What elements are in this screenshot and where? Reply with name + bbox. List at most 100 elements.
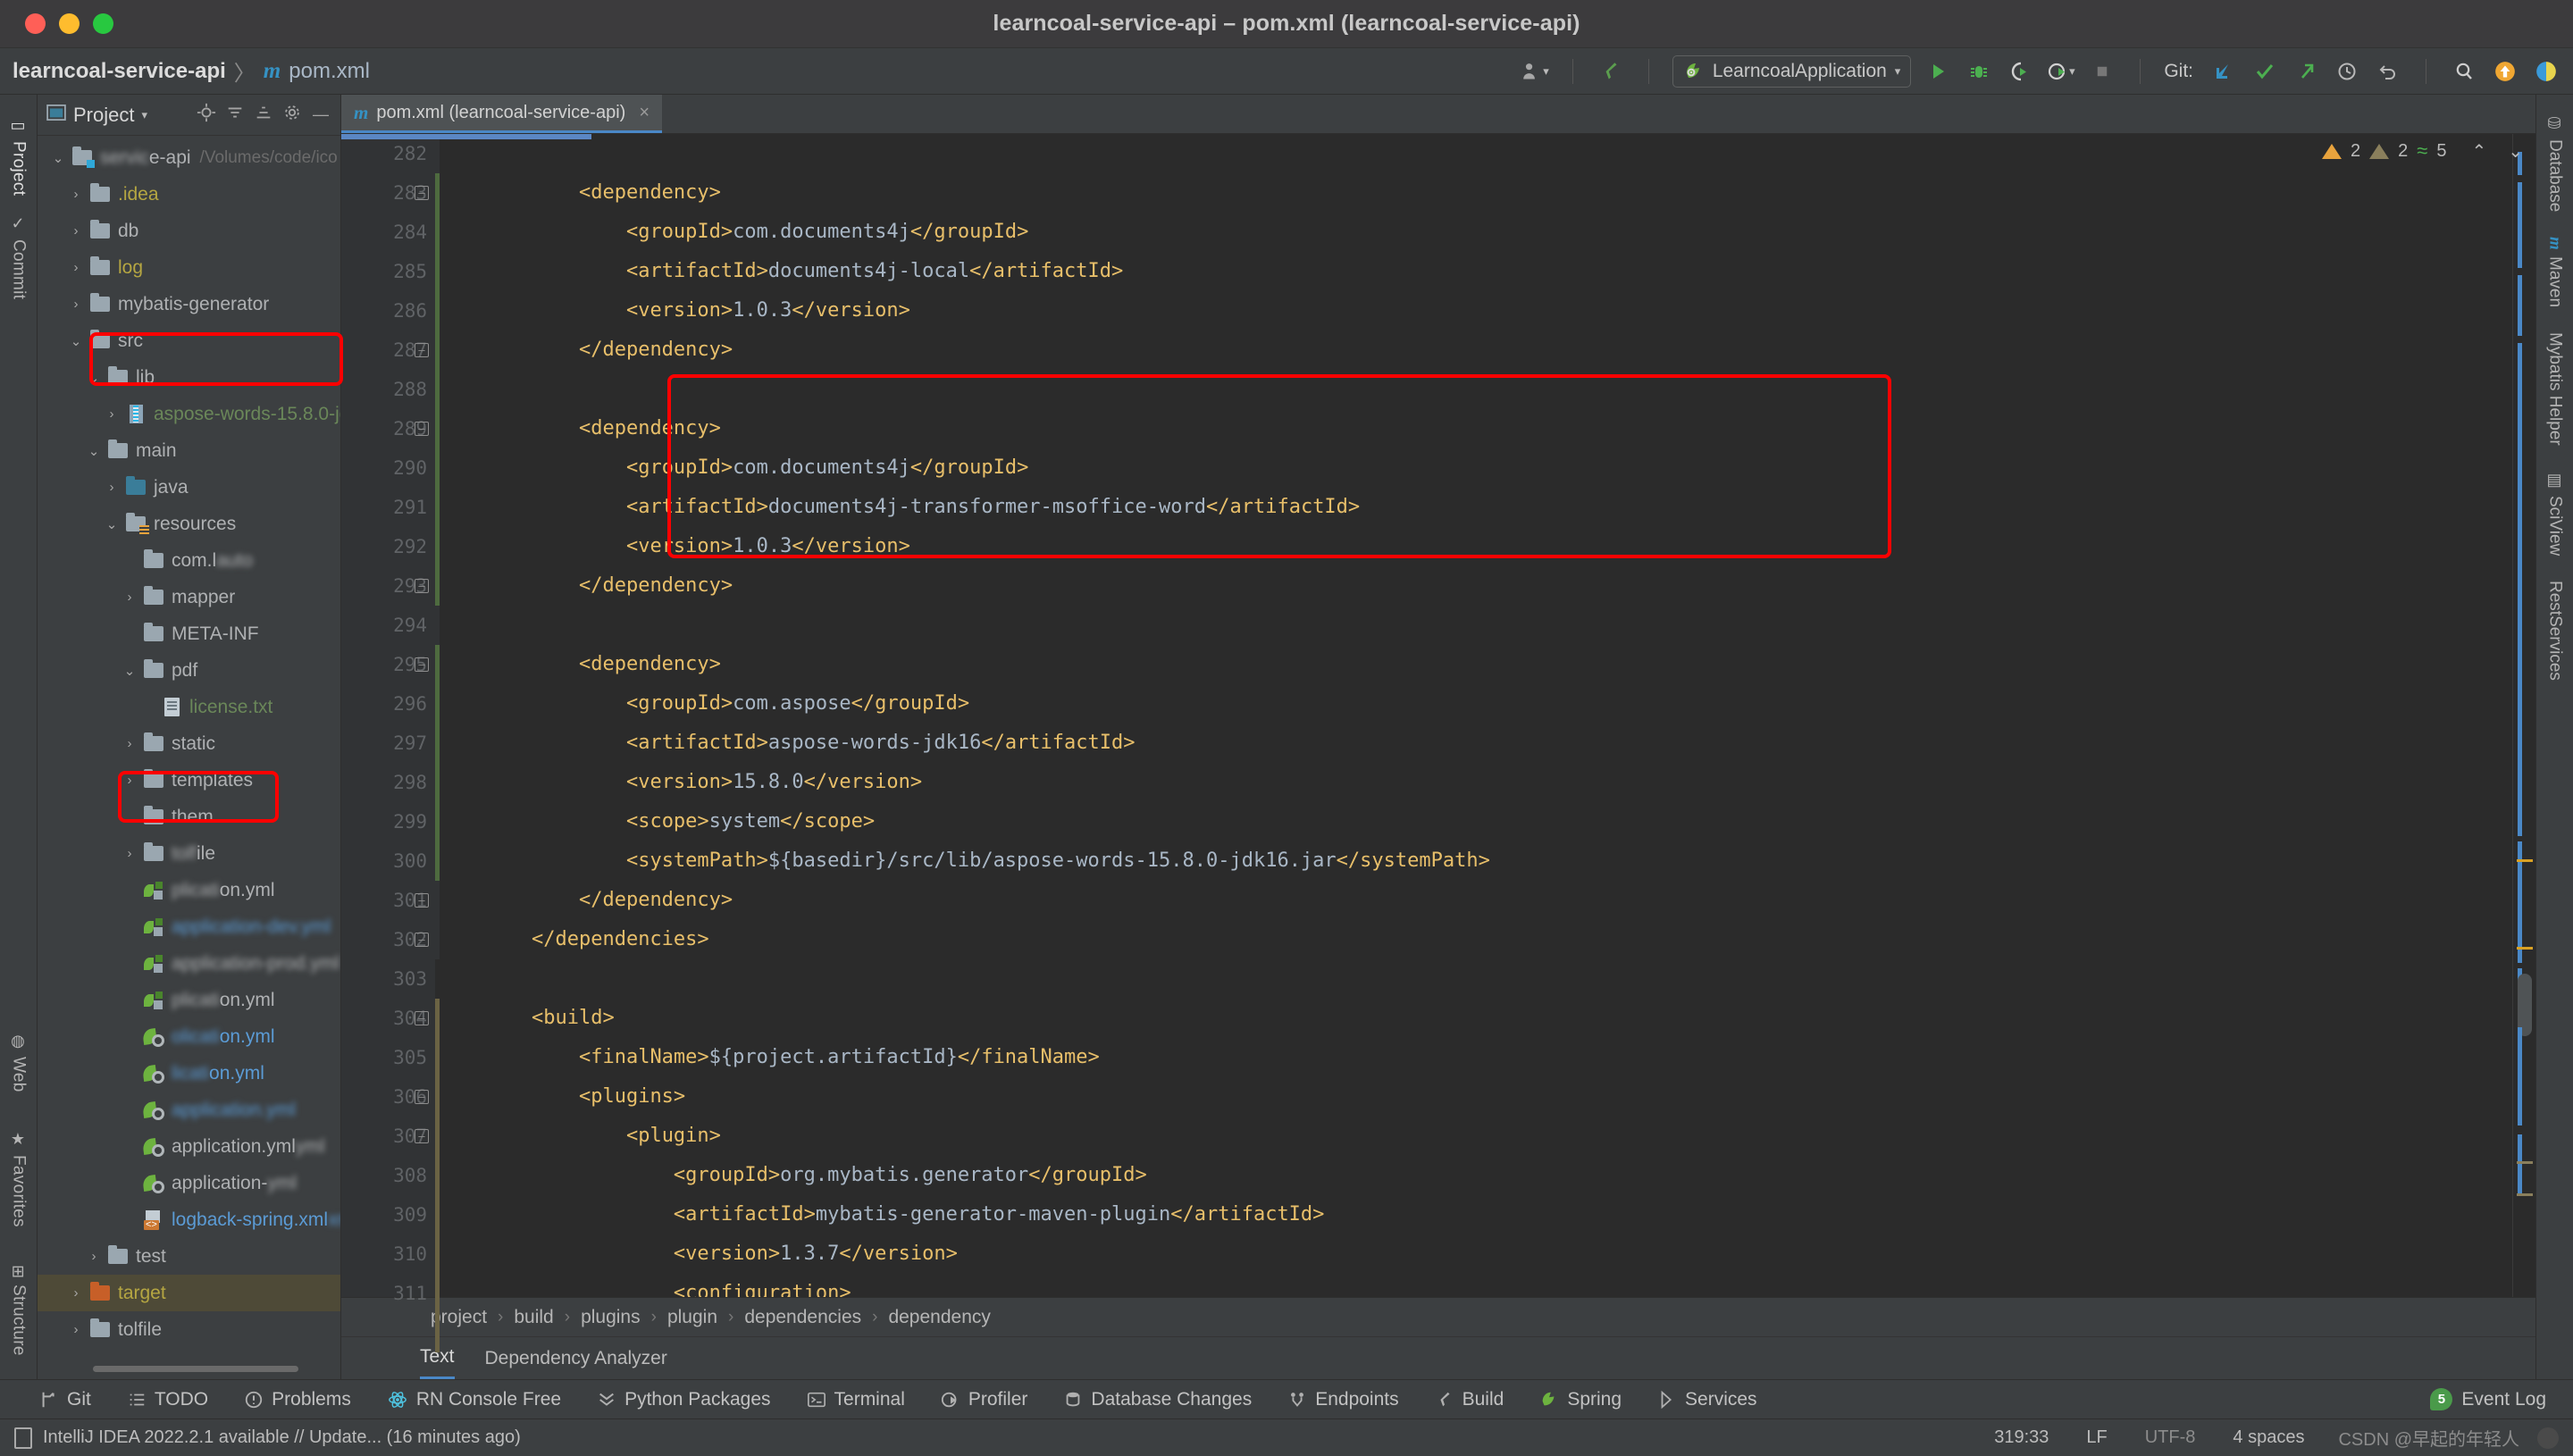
code-line[interactable]: <version>1.0.3</version> xyxy=(440,527,2512,566)
tree-row-resources[interactable]: ⌄ resources xyxy=(38,506,340,542)
next-problem-icon[interactable]: ⌄ xyxy=(2508,140,2523,163)
editor-gutter[interactable]: 282 283 284 285 286 287 288 289 290 291 292 293 294 2… xyxy=(341,134,440,1352)
tree-row--idea[interactable]: › .idea xyxy=(38,176,340,213)
user-avatar-icon[interactable]: ▾ xyxy=(1521,57,1549,86)
previous-problem-icon[interactable]: ⌃ xyxy=(2471,140,2486,163)
chevron-down-icon[interactable]: ▾ xyxy=(141,108,147,122)
tree-row-lication-yml[interactable]: › lication.yml xyxy=(38,1055,340,1092)
sidebar-item-sciview[interactable]: ▤ SciView xyxy=(2545,460,2565,566)
tool-window-endpoints[interactable]: Endpoints xyxy=(1287,1389,1399,1410)
fold-end-icon[interactable]: – xyxy=(415,343,429,357)
code-line[interactable] xyxy=(440,959,2512,999)
gear-icon[interactable] xyxy=(281,103,303,127)
file-encoding[interactable]: UTF-8 xyxy=(2145,1427,2196,1448)
tree-row-application-yml[interactable]: › application.yml xyxy=(38,1092,340,1128)
tool-window-database-changes[interactable]: Database Changes xyxy=(1063,1389,1252,1410)
code-line[interactable]: <artifactId>mybatis-generator-maven-plug… xyxy=(440,1195,2512,1234)
sidebar-item-restservices[interactable]: RestServices xyxy=(2545,570,2565,691)
tool-window-build[interactable]: Build xyxy=(1435,1389,1504,1410)
tool-window-profiler[interactable]: Profiler xyxy=(941,1389,1027,1410)
chevron-right-icon[interactable]: › xyxy=(100,406,123,422)
caret-position[interactable]: 319:33 xyxy=(1994,1427,2049,1448)
breadcrumb-item-dependency[interactable]: dependency xyxy=(888,1307,990,1328)
code-line[interactable] xyxy=(440,370,2512,409)
code-content[interactable]: <dependency> <groupId>com.documents4j</g… xyxy=(440,134,2512,1297)
code-line[interactable]: <dependency> xyxy=(440,645,2512,684)
editor-tab-pom-xml[interactable]: m pom.xml (learncoal-service-api) × xyxy=(341,95,662,133)
tree-row-plication-yml[interactable]: › plication.yml xyxy=(38,872,340,908)
tree-row-logback-spring-xml[interactable]: ›<> logback-spring.xmlxml xyxy=(38,1201,340,1238)
tree-row-application-yml[interactable]: › application.ymlyml xyxy=(38,1128,340,1165)
tree-row-tolfile[interactable]: › tolfile xyxy=(38,835,340,872)
code-line[interactable]: <version>1.0.3</version> xyxy=(440,291,2512,331)
breadcrumb-item-plugins[interactable]: plugins xyxy=(581,1307,641,1328)
tree-row-mapper[interactable]: › mapper xyxy=(38,579,340,615)
tree-row-lib[interactable]: ⌄ lib xyxy=(38,359,340,396)
sidebar-item-project[interactable]: ▭ Project xyxy=(9,107,29,205)
chevron-down-icon[interactable]: ⌄ xyxy=(64,333,88,349)
fold-end-icon[interactable]: – xyxy=(415,579,429,593)
profiler-run-icon[interactable]: ▾ xyxy=(2047,57,2075,86)
code-line[interactable]: <plugin> xyxy=(440,1117,2512,1156)
fold-collapse-icon[interactable]: – xyxy=(415,422,429,436)
tree-row-mybatis-generator[interactable]: › mybatis-generator xyxy=(38,286,340,322)
git-commit-icon[interactable] xyxy=(2250,57,2279,86)
locate-icon[interactable] xyxy=(196,103,217,127)
tree-row-application-prod-yml[interactable]: › application-prod.yml xyxy=(38,945,340,982)
tree-row-db[interactable]: › db xyxy=(38,213,340,249)
sidebar-item-database[interactable]: ⛁ Database xyxy=(2545,104,2565,222)
tree-row-tolfile[interactable]: › tolfile xyxy=(38,1311,340,1348)
fold-collapse-icon[interactable]: – xyxy=(415,1129,429,1143)
tree-row-log[interactable]: › log xyxy=(38,249,340,286)
tool-window-git[interactable]: Git xyxy=(39,1389,91,1410)
tree-row-templates[interactable]: › templates xyxy=(38,762,340,799)
fold-collapse-icon[interactable]: – xyxy=(415,1090,429,1104)
horizontal-scrollbar[interactable] xyxy=(93,1366,298,1372)
tree-row-them[interactable]: › them xyxy=(38,799,340,835)
tree-row-main[interactable]: ⌄ main xyxy=(38,432,340,469)
sidebar-item-structure[interactable]: ⊞ Structure xyxy=(9,1256,29,1365)
tree-row-service-api[interactable]: ⌄ service-api/Volumes/code/ico xyxy=(38,139,340,176)
tree-row-static[interactable]: › static xyxy=(38,725,340,762)
event-log-button[interactable]: 5 Event Log xyxy=(2430,1388,2546,1410)
code-line[interactable]: <version>15.8.0</version> xyxy=(440,763,2512,802)
stop-icon[interactable] xyxy=(2088,57,2116,86)
tree-row-olication-yml[interactable]: › olication.yml xyxy=(38,1018,340,1055)
breadcrumb-item-plugin[interactable]: plugin xyxy=(667,1307,717,1328)
code-line[interactable] xyxy=(440,134,2512,173)
chevron-right-icon[interactable]: › xyxy=(64,1322,88,1337)
expand-all-icon[interactable] xyxy=(253,103,274,127)
git-push-icon[interactable] xyxy=(2292,57,2320,86)
breadcrumb-project[interactable]: learncoal-service-api xyxy=(13,59,226,84)
git-update-project-icon[interactable] xyxy=(2209,57,2238,86)
tree-row-license-txt[interactable]: › license.txt xyxy=(38,689,340,725)
code-line[interactable]: <build> xyxy=(440,999,2512,1038)
status-message-group[interactable]: IntelliJ IDEA 2022.2.1 available // Upda… xyxy=(14,1427,521,1449)
code-line[interactable]: <finalName>${project.artifactId}</finalN… xyxy=(440,1038,2512,1077)
code-line[interactable] xyxy=(440,606,2512,645)
tool-window-terminal[interactable]: Terminal xyxy=(807,1389,905,1410)
code-line[interactable]: </dependency> xyxy=(440,881,2512,920)
tool-window-spring[interactable]: Spring xyxy=(1539,1389,1622,1410)
code-line[interactable]: </dependencies> xyxy=(440,920,2512,959)
breadcrumb-item-dependencies[interactable]: dependencies xyxy=(744,1307,861,1328)
run-with-coverage-icon[interactable] xyxy=(2006,57,2034,86)
fold-collapse-icon[interactable]: – xyxy=(415,657,429,672)
code-line[interactable]: <dependency> xyxy=(440,173,2512,213)
code-line[interactable]: </dependency> xyxy=(440,331,2512,370)
tool-window-rn-console-free[interactable]: RN Console Free xyxy=(387,1389,561,1410)
hide-panel-icon[interactable]: — xyxy=(310,105,331,124)
code-line[interactable]: <systemPath>${basedir}/src/lib/aspose-wo… xyxy=(440,841,2512,881)
collapse-all-icon[interactable] xyxy=(224,103,246,127)
history-icon[interactable] xyxy=(2333,57,2361,86)
chevron-right-icon[interactable]: › xyxy=(118,846,141,861)
tree-row-src[interactable]: ⌄ src xyxy=(38,322,340,359)
chevron-right-icon[interactable]: › xyxy=(118,773,141,788)
fold-collapse-icon[interactable]: – xyxy=(415,1011,429,1025)
sidebar-item-web[interactable]: ◍ Web xyxy=(9,1023,29,1101)
code-line[interactable]: <configuration> xyxy=(440,1274,2512,1297)
chevron-down-icon[interactable]: ⌄ xyxy=(118,663,141,679)
code-line[interactable]: <plugins> xyxy=(440,1077,2512,1117)
sidebar-item-commit[interactable]: ✓ Commit xyxy=(9,205,29,309)
run-configuration-selector[interactable]: LearncoalApplication ▾ xyxy=(1672,54,1912,88)
